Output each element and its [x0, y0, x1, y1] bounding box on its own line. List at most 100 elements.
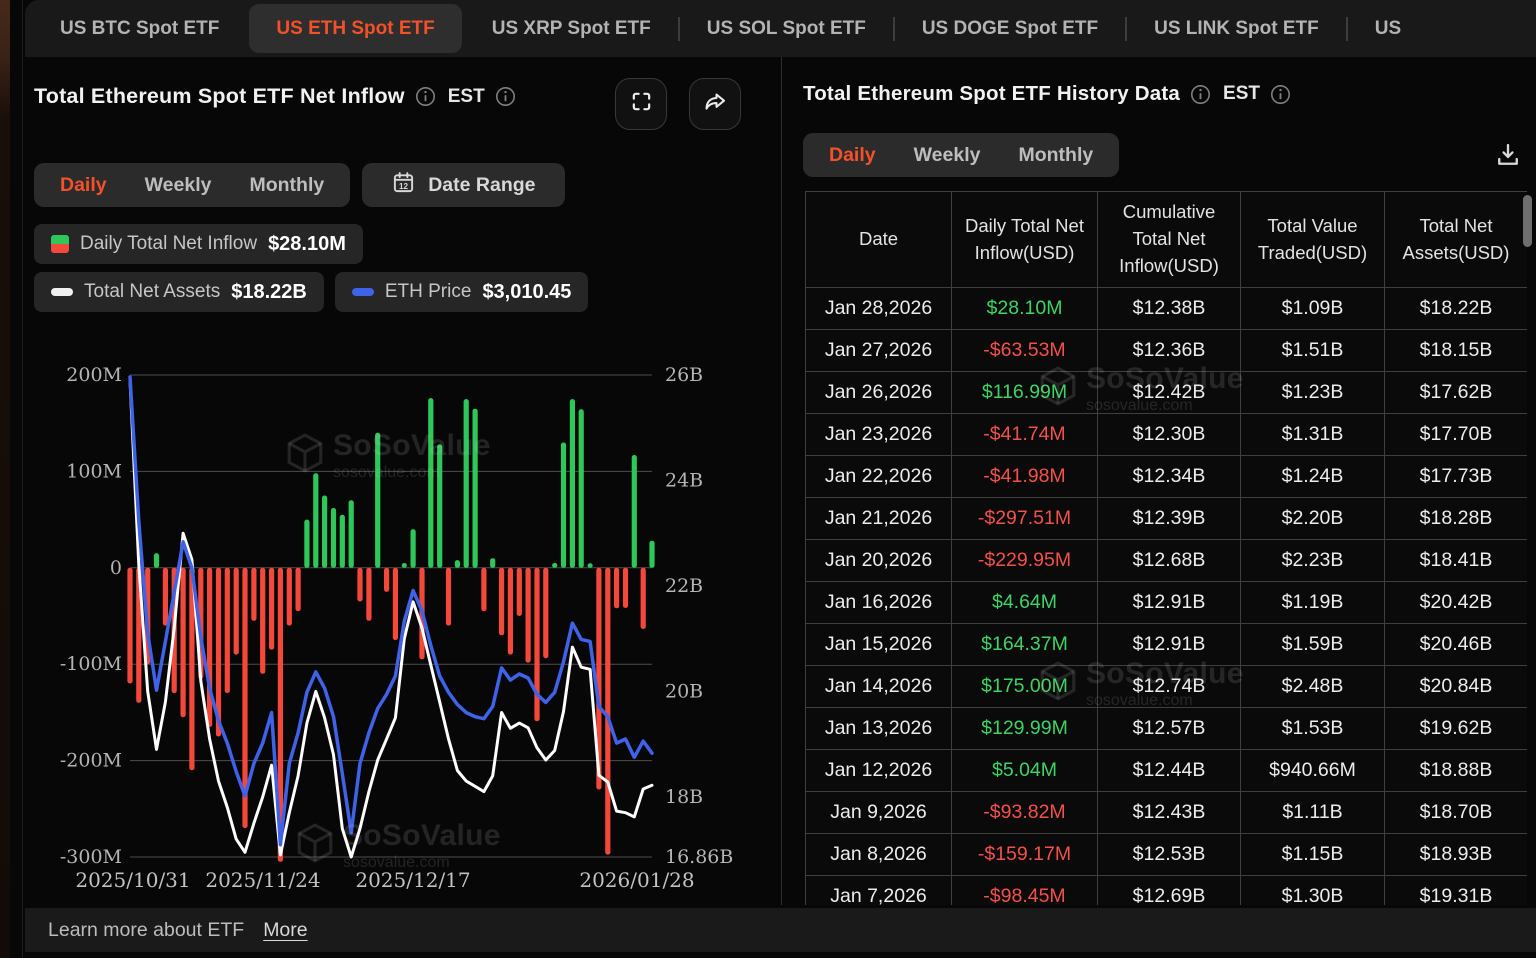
x-axis-tick: 2025/10/31 — [75, 868, 190, 892]
inflow-bar[interactable] — [605, 568, 610, 855]
period-option-daily[interactable]: Daily — [60, 174, 107, 197]
inflow-bar[interactable] — [526, 568, 531, 663]
inflow-bar[interactable] — [313, 473, 318, 568]
inflow-bar[interactable] — [260, 568, 265, 674]
inflow-bar[interactable] — [384, 568, 389, 592]
inflow-bar[interactable] — [402, 563, 407, 568]
inflow-bar[interactable] — [163, 568, 168, 626]
cell-value: $2.20B — [1241, 498, 1385, 540]
inflow-bar[interactable] — [649, 541, 654, 568]
cell-date: Jan 26,2026 — [806, 372, 952, 414]
inflow-bar[interactable] — [411, 529, 416, 568]
tab-us-btc-spot-etf[interactable]: US BTC Spot ETF — [33, 0, 246, 57]
tab-us-link-spot-etf[interactable]: US LINK Spot ETF — [1127, 0, 1346, 57]
inflow-bar[interactable] — [464, 399, 469, 568]
period-option-daily[interactable]: Daily — [829, 144, 876, 167]
inflow-bar[interactable] — [552, 563, 557, 568]
inflow-bar[interactable] — [641, 568, 646, 629]
left-axis-tick: 200M — [66, 364, 122, 386]
info-icon[interactable] — [1190, 84, 1211, 105]
inflow-bar[interactable] — [623, 568, 628, 608]
period-option-monthly[interactable]: Monthly — [1018, 144, 1093, 167]
tab-us-xrp-spot-etf[interactable]: US XRP Spot ETF — [465, 0, 678, 57]
inflow-bar[interactable] — [517, 568, 522, 616]
info-icon[interactable] — [495, 86, 516, 107]
inflow-bar[interactable] — [446, 568, 451, 626]
inflow-bar[interactable] — [614, 568, 619, 609]
inflow-bar[interactable] — [437, 444, 442, 567]
inflow-bar[interactable] — [225, 568, 230, 693]
tab-us-doge-spot-etf[interactable]: US DOGE Spot ETF — [895, 0, 1125, 57]
inflow-bar[interactable] — [499, 568, 504, 636]
cell-date: Jan 13,2026 — [806, 708, 952, 750]
inflow-bar[interactable] — [632, 455, 637, 568]
table-scrollbar-thumb[interactable] — [1523, 195, 1532, 247]
inflow-bar[interactable] — [296, 568, 301, 611]
inflow-bar[interactable] — [570, 399, 575, 568]
cell-value: -$41.98M — [952, 456, 1098, 498]
inflow-bar[interactable] — [340, 515, 345, 568]
footer-text: Learn more about ETF — [48, 919, 244, 942]
inflow-bar[interactable] — [269, 568, 274, 650]
inflow-bar[interactable] — [349, 500, 354, 568]
tab-us[interactable]: US — [1348, 0, 1428, 57]
inflow-bar[interactable] — [490, 558, 495, 568]
inflow-bar[interactable] — [127, 568, 132, 684]
history-table-container[interactable]: DateDaily Total Net Inflow(USD)Cumulativ… — [805, 191, 1527, 905]
inflow-bar[interactable] — [366, 568, 371, 621]
info-icon[interactable] — [1270, 84, 1291, 105]
tab-us-sol-spot-etf[interactable]: US SOL Spot ETF — [680, 0, 893, 57]
inflow-bar[interactable] — [207, 568, 212, 727]
inflow-bar[interactable] — [331, 508, 336, 568]
legend-eth-price[interactable]: ETH Price $3,010.45 — [335, 272, 589, 312]
inflow-bar[interactable] — [455, 560, 460, 568]
cell-value: $12.91B — [1098, 624, 1241, 666]
table-row: Jan 7,2026-$98.45M$12.69B$1.30B$19.31B — [806, 876, 1528, 906]
inflow-bar[interactable] — [543, 568, 548, 658]
cell-date: Jan 8,2026 — [806, 834, 952, 876]
history-table: DateDaily Total Net Inflow(USD)Cumulativ… — [805, 191, 1527, 905]
cell-value: -$229.95M — [952, 540, 1098, 582]
legend-daily-net-inflow[interactable]: Daily Total Net Inflow $28.10M — [34, 224, 363, 264]
history-data-header: Total Ethereum Spot ETF History Data EST — [803, 82, 1291, 106]
column-header: Cumulative Total Net Inflow(USD) — [1098, 192, 1241, 288]
net-inflow-chart[interactable]: 200M100M0-100M-200M-300M26B24B22B20B18B1… — [25, 342, 782, 904]
inflow-bar[interactable] — [154, 553, 159, 568]
download-button[interactable] — [1494, 141, 1522, 174]
tab-us-eth-spot-etf[interactable]: US ETH Spot ETF — [249, 4, 461, 53]
inflow-bar[interactable] — [481, 568, 486, 611]
inflow-bar[interactable] — [357, 568, 362, 602]
info-icon[interactable] — [415, 86, 436, 107]
more-link[interactable]: More — [263, 919, 307, 942]
cell-value: $12.34B — [1098, 456, 1241, 498]
inflow-bar[interactable] — [579, 409, 584, 568]
inflow-bar[interactable] — [181, 568, 186, 717]
inflow-bar[interactable] — [322, 496, 327, 568]
period-option-weekly[interactable]: Weekly — [145, 174, 212, 197]
cell-value: $12.36B — [1098, 330, 1241, 372]
inflow-bar[interactable] — [561, 443, 566, 568]
date-range-button[interactable]: 12 Date Range — [362, 163, 565, 207]
table-row: Jan 16,2026$4.64M$12.91B$1.19B$20.42B — [806, 582, 1528, 624]
legend-total-net-assets[interactable]: Total Net Assets $18.22B — [34, 272, 324, 312]
cell-value: $12.74B — [1098, 666, 1241, 708]
period-option-weekly[interactable]: Weekly — [914, 144, 981, 167]
inflow-bar[interactable] — [234, 568, 239, 655]
inflow-bar[interactable] — [588, 563, 593, 568]
inflow-bar[interactable] — [251, 568, 256, 621]
cell-value: $17.73B — [1385, 456, 1528, 498]
inflow-bar[interactable] — [508, 568, 513, 655]
inflow-bar[interactable] — [375, 433, 380, 568]
cell-value: $19.62B — [1385, 708, 1528, 750]
inflow-bar[interactable] — [428, 398, 433, 568]
fullscreen-button[interactable] — [615, 78, 667, 130]
share-button[interactable] — [689, 78, 741, 130]
inflow-bar[interactable] — [287, 568, 292, 626]
inflow-bar[interactable] — [304, 520, 309, 568]
cell-value: $19.31B — [1385, 876, 1528, 906]
period-option-monthly[interactable]: Monthly — [249, 174, 324, 197]
inflow-bar[interactable] — [393, 568, 398, 640]
left-edge-strip — [0, 0, 10, 958]
inflow-bar[interactable] — [473, 409, 478, 568]
eth-price-swatch-icon — [352, 288, 374, 296]
